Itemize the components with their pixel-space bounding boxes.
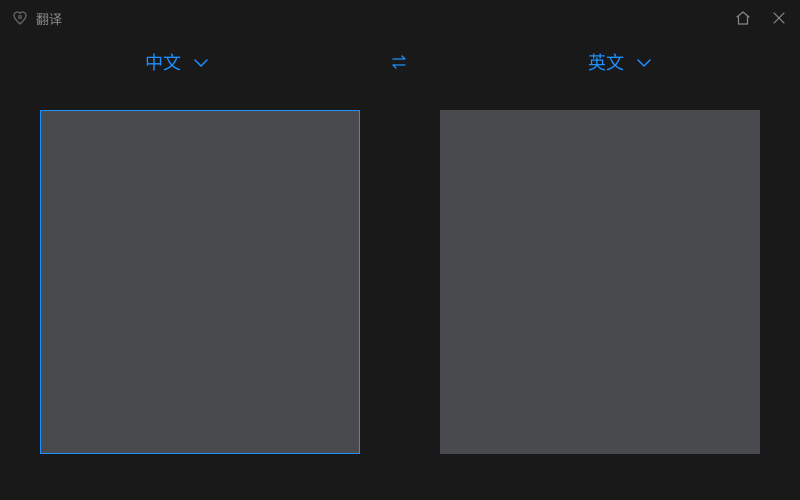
home-icon	[735, 10, 751, 26]
swap-languages-button[interactable]	[390, 54, 410, 70]
source-language-select[interactable]: 中文	[145, 49, 209, 75]
titlebar-controls	[734, 0, 788, 36]
home-button[interactable]	[734, 9, 752, 27]
close-button[interactable]	[770, 9, 788, 27]
source-text-input[interactable]	[40, 110, 360, 454]
target-language-select[interactable]: 英文	[588, 49, 652, 75]
source-language-label: 中文	[145, 49, 181, 75]
target-text-output[interactable]	[440, 110, 760, 454]
language-bar: 中文 英文	[0, 36, 800, 80]
titlebar-left: 翻译	[12, 9, 62, 28]
app-logo-icon	[12, 10, 28, 26]
app-title: 翻译	[36, 9, 62, 28]
titlebar: 翻译	[0, 0, 800, 36]
close-icon	[772, 11, 786, 25]
target-language-label: 英文	[588, 49, 624, 75]
content-area	[0, 80, 800, 454]
chevron-down-icon	[636, 52, 652, 73]
swap-icon	[390, 54, 410, 70]
chevron-down-icon	[193, 52, 209, 73]
